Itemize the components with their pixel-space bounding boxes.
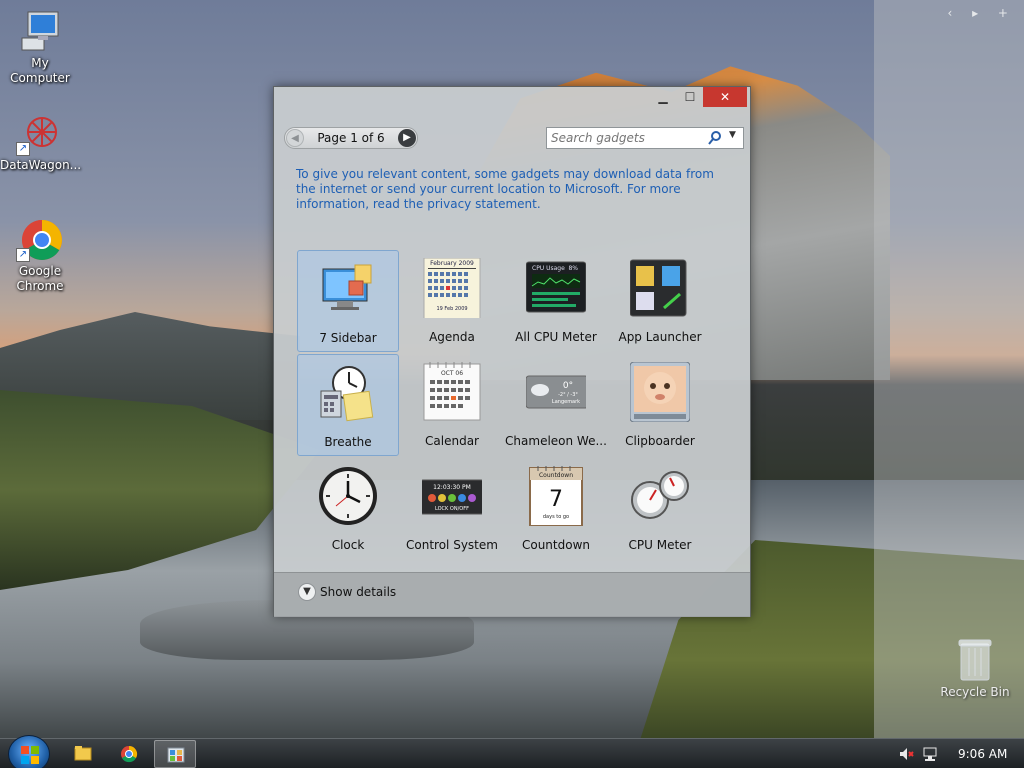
clipboarder-gadget-icon xyxy=(629,361,691,423)
gadgets-icon xyxy=(167,747,185,763)
taskbar-chrome-button[interactable] xyxy=(108,740,150,768)
cpu-gauge-gadget-icon xyxy=(630,466,690,526)
taskbar: 9:06 AM xyxy=(0,735,1024,768)
gadget-name: Chameleon We... xyxy=(505,434,607,448)
show-details-button[interactable]: Show details xyxy=(320,585,396,599)
gadget-tile-breathe[interactable]: Breathe xyxy=(297,354,399,456)
weather-range: -2° / -3° xyxy=(558,392,578,398)
close-button[interactable]: ✕ xyxy=(703,87,747,107)
shortcut-arrow-icon: ↗ xyxy=(16,248,30,262)
gadget-name: CPU Meter xyxy=(628,538,692,552)
desktop-icon-label-line2: Chrome xyxy=(16,279,64,293)
cpu-meter-gadget-icon: CPU Usage 8% xyxy=(525,258,587,318)
gadget-name: Clock xyxy=(331,538,365,552)
control-system-time: 12:03:30 PM xyxy=(433,484,471,491)
previous-page-button[interactable]: ◀ xyxy=(286,129,304,147)
gadget-name: 7 Sidebar xyxy=(319,331,377,345)
gadget-name: Clipboarder xyxy=(625,434,695,448)
gadget-tile-agenda[interactable]: February 2009 19 Feb 2009 Agenda xyxy=(401,250,503,352)
minimize-button[interactable]: ▁ xyxy=(649,87,677,107)
desktop-icon-label-line1: Google xyxy=(18,264,62,278)
desktop-icon-my-computer[interactable]: My Computer xyxy=(0,10,80,86)
gadget-tile-app-launcher[interactable]: App Launcher xyxy=(609,250,711,352)
calendar-gadget-icon: OCT 06 xyxy=(422,362,482,422)
gadget-name: Breathe xyxy=(324,435,372,449)
search-icon[interactable] xyxy=(707,130,723,146)
chevron-down-icon[interactable]: ▼ xyxy=(298,583,316,601)
shortcut-arrow-icon: ↗ xyxy=(16,142,30,156)
taskbar-gadgets-button[interactable] xyxy=(154,740,196,768)
gadget-tile-all-cpu-meter[interactable]: CPU Usage 8% All CPU Meter xyxy=(505,250,607,352)
countdown-number: 7 xyxy=(549,487,563,512)
gadget-tile-control-system[interactable]: 12:03:30 PM LOCK ON/OFF Control System xyxy=(401,458,503,560)
taskbar-clock[interactable]: 9:06 AM xyxy=(958,747,1007,761)
desktop-icon-datawagon[interactable]: ↗ DataWagon... xyxy=(0,112,82,173)
network-icon[interactable] xyxy=(922,746,938,762)
folder-icon xyxy=(74,746,92,761)
maximize-button[interactable]: ☐ xyxy=(677,87,703,107)
computer-icon xyxy=(16,10,64,54)
gadget-tile-cpu-meter[interactable]: CPU Meter xyxy=(609,458,711,560)
privacy-notice-link[interactable]: To give you relevant content, some gadge… xyxy=(296,167,726,212)
window-titlebar[interactable]: ▁ ☐ ✕ xyxy=(274,87,750,111)
countdown-gadget-icon: Countdown 7 days to go xyxy=(526,466,586,527)
clock-gadget-icon xyxy=(318,466,378,526)
calendar-month: OCT 06 xyxy=(441,370,463,377)
gadget-name: Calendar xyxy=(425,434,479,448)
control-system-gadget-icon: 12:03:30 PM LOCK ON/OFF xyxy=(419,466,485,526)
recycle-bin-icon xyxy=(940,636,1010,685)
start-button[interactable] xyxy=(8,735,50,768)
gadget-tile-clock[interactable]: Clock xyxy=(297,458,399,560)
desktop-icon-google-chrome[interactable]: ↗ Google Chrome xyxy=(0,218,80,294)
gadget-name: All CPU Meter xyxy=(515,330,597,344)
sidebar-gadget-icon xyxy=(319,259,379,319)
datawagon-icon: ↗ xyxy=(16,112,64,156)
chevron-down-icon[interactable]: ▼ xyxy=(729,130,736,140)
volume-muted-icon[interactable] xyxy=(898,746,914,762)
sidebar-nav-controls[interactable]: ‹ ▸ + xyxy=(947,6,1016,20)
countdown-title: Countdown xyxy=(539,472,573,479)
countdown-days: days to go xyxy=(543,514,569,520)
agenda-footer: 19 Feb 2009 xyxy=(436,306,467,312)
cpu-meter-title: CPU Usage xyxy=(532,265,565,272)
weather-gadget-icon: 0° -2° / -3° Langemark xyxy=(525,362,589,422)
desktop-icon-label: DataWagon... xyxy=(0,158,82,172)
gadget-tile-7-sidebar[interactable]: 7 Sidebar xyxy=(297,250,399,352)
gadget-gallery-window: ▁ ☐ ✕ ◀ Page 1 of 6 ▶ ▼ To give you rele… xyxy=(273,86,751,617)
taskbar-explorer-button[interactable] xyxy=(62,740,104,768)
gadget-name: App Launcher xyxy=(618,330,702,344)
gadget-name: Countdown xyxy=(521,538,590,552)
search-input[interactable] xyxy=(551,130,701,146)
page-navigator: ◀ Page 1 of 6 ▶ xyxy=(284,127,418,149)
control-system-lock: LOCK ON/OFF xyxy=(435,506,469,512)
agenda-gadget-icon: February 2009 19 Feb 2009 xyxy=(422,257,482,321)
gadget-name: Control System xyxy=(406,538,498,552)
windows-logo-icon xyxy=(21,746,39,764)
weather-city: Langemark xyxy=(552,399,580,405)
app-launcher-gadget-icon xyxy=(629,258,690,318)
gadget-tile-clipboarder[interactable]: Clipboarder xyxy=(609,354,711,456)
weather-temp: 0° xyxy=(563,381,573,391)
breathe-gadget-icon xyxy=(319,363,379,423)
gadget-tile-chameleon-weather[interactable]: 0° -2° / -3° Langemark Chameleon We... xyxy=(505,354,607,456)
search-box[interactable]: ▼ xyxy=(546,127,744,149)
details-bar: ▼ Show details xyxy=(274,572,750,617)
page-indicator: Page 1 of 6 xyxy=(317,131,385,145)
gadget-tile-countdown[interactable]: Countdown 7 days to go Countdown xyxy=(505,458,607,560)
agenda-month: February 2009 xyxy=(430,260,474,267)
gadget-tile-calendar[interactable]: OCT 06 Calendar xyxy=(401,354,503,456)
chrome-icon xyxy=(121,745,138,763)
desktop-sidebar: ‹ ▸ + xyxy=(874,0,1024,740)
next-page-button[interactable]: ▶ xyxy=(398,129,416,147)
desktop-icon-recycle-bin[interactable]: Recycle Bin xyxy=(940,636,1010,699)
cpu-meter-value: 8% xyxy=(568,265,578,272)
recycle-bin-label: Recycle Bin xyxy=(940,685,1010,699)
gadget-name: Agenda xyxy=(429,330,475,344)
desktop-icon-label: My Computer xyxy=(10,56,70,85)
chrome-icon: ↗ xyxy=(16,218,64,262)
